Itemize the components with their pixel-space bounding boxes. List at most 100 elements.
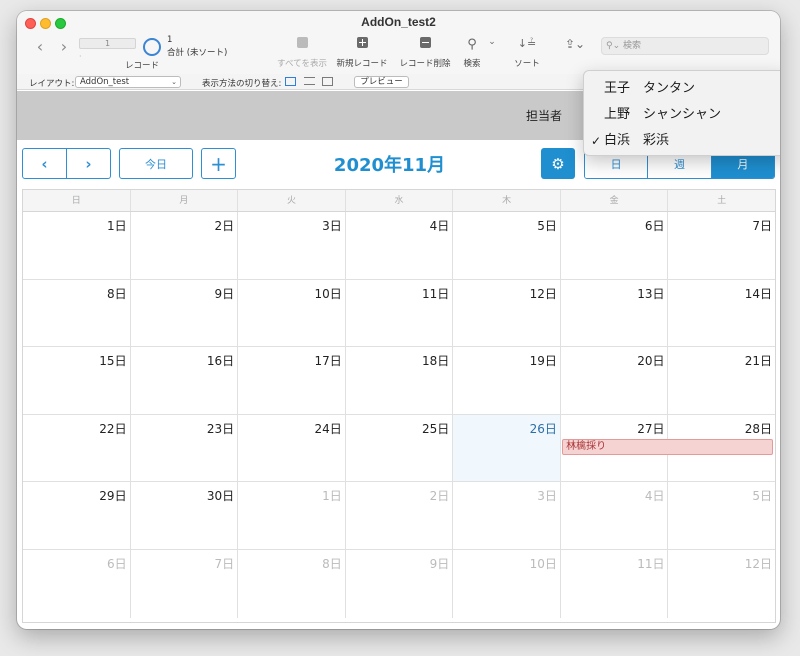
day-cell[interactable]: 9日 bbox=[344, 549, 453, 618]
day-cell[interactable]: 12日 bbox=[667, 549, 775, 618]
layout-label: レイアウト: bbox=[29, 79, 75, 89]
day-number: 17日 bbox=[314, 354, 342, 369]
found-count: 1 bbox=[167, 35, 173, 45]
week-row: 8日 9日 10日 11日 12日 13日 14日 bbox=[23, 279, 775, 348]
settings-button[interactable]: ⚙ bbox=[541, 148, 575, 179]
day-number: 14日 bbox=[744, 286, 773, 301]
calendar-event[interactable]: 林檎採り bbox=[562, 438, 773, 455]
weekday-label: 木 bbox=[452, 190, 560, 211]
day-cell[interactable]: 11日 bbox=[559, 549, 668, 618]
day-number: 16日 bbox=[206, 354, 235, 369]
show-all-button[interactable]: すべてを表示 bbox=[272, 37, 332, 69]
form-view-icon[interactable] bbox=[285, 77, 296, 86]
day-cell[interactable]: 1日 bbox=[237, 482, 345, 549]
day-number: 8日 bbox=[106, 286, 127, 301]
app-window: AddOn_test2 ‹ › 1 · レコード 1 合計 (未ソート) すべて… bbox=[17, 11, 780, 629]
day-cell[interactable]: 2日 bbox=[344, 482, 453, 549]
day-cell[interactable]: 11日 bbox=[344, 279, 453, 347]
day-cell[interactable]: 7日 bbox=[667, 212, 775, 279]
list-view-icon[interactable] bbox=[304, 77, 315, 85]
day-cell[interactable]: 8日 bbox=[23, 280, 130, 347]
day-cell[interactable]: 8日 bbox=[237, 549, 345, 618]
day-cell[interactable]: 10日 bbox=[452, 549, 560, 618]
search-icon: ⚲ bbox=[467, 37, 477, 52]
next-month-button[interactable]: › bbox=[67, 149, 110, 178]
day-cell[interactable]: 18日 bbox=[344, 347, 453, 414]
chevron-down-icon: ⌄ bbox=[488, 37, 496, 47]
day-number: 24日 bbox=[314, 421, 342, 436]
day-number: 7日 bbox=[214, 556, 235, 571]
day-cell[interactable]: 21日 bbox=[667, 347, 775, 414]
day-cell[interactable]: 20日 bbox=[559, 347, 668, 414]
day-number: 5日 bbox=[537, 219, 557, 233]
record-label: レコード bbox=[125, 61, 160, 71]
day-cell[interactable]: 15日 bbox=[23, 347, 130, 414]
day-number: 19日 bbox=[529, 354, 557, 369]
find-menu-button[interactable]: ⌄ bbox=[486, 37, 498, 57]
sort-button[interactable]: ↓≟ ソート bbox=[512, 37, 542, 69]
day-cell[interactable]: 14日 bbox=[667, 279, 775, 347]
day-cell[interactable]: 23日 bbox=[129, 414, 238, 482]
day-cell[interactable]: 10日 bbox=[237, 279, 345, 347]
day-cell[interactable]: 17日 bbox=[237, 347, 345, 414]
day-cell[interactable]: 3日 bbox=[452, 482, 560, 549]
day-cell[interactable]: 5日 bbox=[667, 482, 775, 549]
day-cell[interactable]: 9日 bbox=[129, 279, 238, 347]
day-cell[interactable]: 24日 bbox=[237, 414, 345, 482]
day-number: 12日 bbox=[529, 286, 557, 301]
add-event-button[interactable]: + bbox=[201, 148, 236, 179]
day-cell[interactable]: 12日 bbox=[452, 279, 560, 347]
day-cell[interactable]: 7日 bbox=[129, 549, 238, 618]
assignee-menu-item[interactable]: 王子 タンタン bbox=[584, 76, 780, 102]
weekday-label: 火 bbox=[237, 190, 345, 211]
day-cell[interactable]: 4日 bbox=[344, 212, 453, 279]
day-cell[interactable]: 25日 bbox=[344, 414, 453, 482]
gear-icon: ⚙ bbox=[551, 154, 565, 173]
day-number: 5日 bbox=[752, 489, 773, 504]
share-button[interactable]: ⇪⌄ bbox=[560, 37, 590, 57]
next-record-icon[interactable]: › bbox=[57, 37, 71, 56]
previous-record-icon[interactable]: ‹ bbox=[33, 37, 47, 56]
day-cell[interactable]: 30日 bbox=[129, 482, 238, 549]
day-cell-today[interactable]: 26日 bbox=[452, 414, 560, 482]
record-slider[interactable]: · bbox=[79, 52, 136, 61]
day-cell[interactable]: 29日 bbox=[23, 482, 130, 549]
day-cell[interactable]: 4日 bbox=[559, 482, 668, 549]
plus-icon: + bbox=[210, 151, 227, 176]
layout-select[interactable]: AddOn_test ⌄ bbox=[75, 76, 181, 88]
checkmark-icon: ✓ bbox=[591, 134, 602, 148]
search-input[interactable]: ⚲⌄ 検索 bbox=[601, 37, 769, 55]
day-cell[interactable]: 5日 bbox=[452, 212, 560, 279]
day-number: 18日 bbox=[422, 354, 450, 369]
delete-record-button[interactable]: レコード削除 bbox=[396, 37, 454, 69]
weekday-label: 月 bbox=[129, 190, 238, 211]
record-number-field[interactable]: 1 bbox=[79, 38, 136, 49]
day-number: 6日 bbox=[106, 556, 127, 571]
day-number: 25日 bbox=[422, 421, 450, 436]
previous-month-button[interactable]: ‹ bbox=[23, 149, 67, 178]
day-cell[interactable]: 2日 bbox=[129, 212, 238, 279]
day-number: 3日 bbox=[537, 489, 557, 504]
day-cell[interactable]: 6日 bbox=[23, 550, 130, 618]
day-cell[interactable]: 16日 bbox=[129, 347, 238, 414]
find-label: 検索 bbox=[463, 59, 481, 69]
assignee-label: 担当者 bbox=[526, 109, 563, 123]
find-button[interactable]: ⚲ 検索 bbox=[457, 37, 487, 69]
day-cell[interactable]: 13日 bbox=[559, 279, 668, 347]
day-cell[interactable]: 1日 bbox=[23, 212, 130, 279]
assignee-menu-item[interactable]: ✓ 白浜 彩浜 bbox=[584, 128, 780, 154]
day-cell[interactable]: 3日 bbox=[237, 212, 345, 279]
today-button[interactable]: 今日 bbox=[119, 148, 193, 179]
search-icon: ⚲⌄ bbox=[606, 41, 621, 51]
assignee-dropdown-menu: 王子 タンタン 上野 シャンシャン ✓ 白浜 彩浜 bbox=[583, 70, 780, 156]
preview-button[interactable]: プレビュー bbox=[354, 76, 409, 88]
day-cell[interactable]: 19日 bbox=[452, 347, 560, 414]
assignee-menu-item[interactable]: 上野 シャンシャン bbox=[584, 102, 780, 128]
day-number: 8日 bbox=[322, 556, 342, 571]
table-view-icon[interactable] bbox=[322, 77, 333, 86]
day-number: 4日 bbox=[429, 219, 450, 233]
day-cell[interactable]: 22日 bbox=[23, 415, 130, 482]
week-row: 1日 2日 3日 4日 5日 6日 7日 bbox=[23, 212, 775, 280]
day-cell[interactable]: 6日 bbox=[559, 212, 668, 279]
new-record-button[interactable]: 新規レコード bbox=[333, 37, 391, 69]
